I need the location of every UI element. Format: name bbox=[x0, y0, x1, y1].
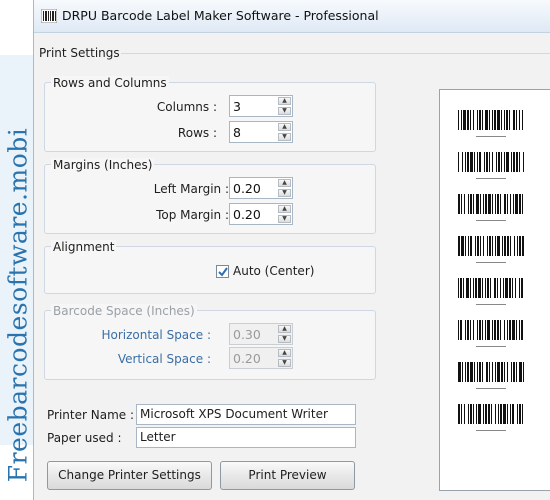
columns-down-button[interactable]: ▼ bbox=[278, 107, 291, 115]
barcode-caption-placeholder bbox=[458, 343, 524, 347]
columns-up-button[interactable]: ▲ bbox=[278, 97, 291, 105]
barcode-caption-placeholder bbox=[458, 301, 524, 305]
barcode-caption-placeholder bbox=[458, 217, 524, 221]
left-margin-spinner[interactable]: ▲ ▼ bbox=[229, 177, 293, 199]
paper-used-field: Letter bbox=[136, 427, 356, 448]
barcode-graphic bbox=[458, 320, 523, 340]
horizontal-space-input bbox=[230, 324, 275, 344]
preview-barcode bbox=[458, 236, 524, 272]
horizontal-space-spinner: ▲ ▼ bbox=[229, 323, 293, 345]
left-margin-down-button[interactable]: ▼ bbox=[278, 189, 291, 197]
barcode-caption-line bbox=[476, 388, 506, 389]
print-preview-button[interactable]: Print Preview bbox=[220, 461, 355, 490]
rows-input[interactable] bbox=[230, 122, 275, 142]
left-margin-input[interactable] bbox=[230, 178, 275, 198]
barcode-caption-placeholder bbox=[458, 259, 524, 263]
left-margin-up-button[interactable]: ▲ bbox=[278, 179, 291, 187]
vertical-space-input bbox=[230, 348, 275, 368]
top-margin-down-button[interactable]: ▼ bbox=[278, 215, 291, 223]
barcode-caption-line bbox=[476, 136, 506, 137]
rows-down-button[interactable]: ▼ bbox=[278, 133, 291, 141]
printer-name-label: Printer Name : bbox=[47, 408, 134, 422]
barcode-caption-placeholder bbox=[458, 427, 524, 431]
barcode-graphic bbox=[458, 152, 524, 172]
preview-barcode bbox=[458, 362, 524, 398]
alignment-group: Alignment Auto (Center) bbox=[44, 240, 376, 294]
barcode-app-icon bbox=[41, 9, 57, 23]
vertical-space-down-button: ▼ bbox=[278, 359, 291, 367]
barcode-graphic bbox=[458, 110, 523, 130]
horizontal-space-up-button: ▲ bbox=[278, 325, 291, 333]
barcode-caption-placeholder bbox=[458, 175, 524, 179]
columns-label: Columns : bbox=[156, 100, 217, 114]
preview-barcode bbox=[458, 110, 524, 146]
barcode-caption-line bbox=[476, 304, 506, 305]
print-settings-label: Print Settings bbox=[39, 46, 120, 60]
rows-up-button[interactable]: ▲ bbox=[278, 123, 291, 131]
watermark-text: Freebarcodesoftware.mobi bbox=[3, 127, 33, 483]
horizontal-space-label: Horizontal Space : bbox=[101, 328, 211, 342]
top-margin-spinner[interactable]: ▲ ▼ bbox=[229, 203, 293, 225]
printer-name-field: Microsoft XPS Document Writer bbox=[136, 404, 356, 425]
auto-center-checkbox[interactable] bbox=[216, 265, 229, 278]
alignment-title: Alignment bbox=[51, 240, 117, 254]
columns-input[interactable] bbox=[230, 96, 275, 116]
barcode-graphic bbox=[458, 278, 523, 298]
preview-barcode bbox=[458, 404, 524, 440]
barcode-caption-line bbox=[476, 346, 506, 347]
preview-barcode bbox=[458, 194, 524, 230]
barcode-caption-placeholder bbox=[458, 133, 524, 137]
vertical-space-label: Vertical Space : bbox=[117, 352, 211, 366]
paper-used-label: Paper used : bbox=[47, 431, 122, 445]
rows-label: Rows : bbox=[177, 126, 217, 140]
rows-columns-title: Rows and Columns bbox=[51, 76, 169, 90]
vertical-space-spinner: ▲ ▼ bbox=[229, 347, 293, 369]
barcode-graphic bbox=[458, 236, 524, 256]
top-margin-up-button[interactable]: ▲ bbox=[278, 205, 291, 213]
window-title: DRPU Barcode Label Maker Software - Prof… bbox=[62, 8, 379, 23]
margins-title: Margins (Inches) bbox=[51, 158, 155, 172]
barcode-caption-line bbox=[476, 178, 506, 179]
barcode-space-group: Barcode Space (Inches) Horizontal Space … bbox=[44, 304, 376, 380]
checkmark-icon bbox=[218, 267, 228, 277]
app-window: DRPU Barcode Label Maker Software - Prof… bbox=[33, 0, 550, 500]
barcode-caption-line bbox=[476, 430, 506, 431]
vertical-space-up-button: ▲ bbox=[278, 349, 291, 357]
left-margin-label: Left Margin : bbox=[153, 182, 229, 196]
print-settings-divider bbox=[121, 53, 550, 54]
watermark-strip: Freebarcodesoftware.mobi bbox=[0, 55, 37, 482]
barcode-caption-placeholder bbox=[458, 385, 524, 389]
margins-group: Margins (Inches) Left Margin : ▲ ▼ Top M… bbox=[44, 158, 376, 234]
horizontal-space-down-button: ▼ bbox=[278, 335, 291, 343]
change-printer-settings-button[interactable]: Change Printer Settings bbox=[47, 461, 212, 490]
preview-barcode bbox=[458, 320, 524, 356]
title-bar: DRPU Barcode Label Maker Software - Prof… bbox=[34, 0, 550, 33]
columns-spinner[interactable]: ▲ ▼ bbox=[229, 95, 293, 117]
top-margin-label: Top Margin : bbox=[156, 208, 229, 222]
preview-barcode bbox=[458, 278, 524, 314]
barcode-space-title: Barcode Space (Inches) bbox=[51, 304, 197, 318]
barcode-graphic bbox=[458, 194, 523, 214]
rows-columns-group: Rows and Columns Columns : ▲ ▼ Rows : ▲ … bbox=[44, 76, 376, 152]
top-margin-input[interactable] bbox=[230, 204, 275, 224]
barcode-graphic bbox=[458, 362, 524, 382]
rows-spinner[interactable]: ▲ ▼ bbox=[229, 121, 293, 143]
barcode-caption-line bbox=[476, 220, 506, 221]
barcode-graphic bbox=[458, 404, 523, 424]
print-preview-page bbox=[439, 89, 550, 491]
auto-center-label: Auto (Center) bbox=[233, 264, 315, 278]
preview-barcode bbox=[458, 152, 524, 188]
barcode-caption-line bbox=[476, 262, 506, 263]
